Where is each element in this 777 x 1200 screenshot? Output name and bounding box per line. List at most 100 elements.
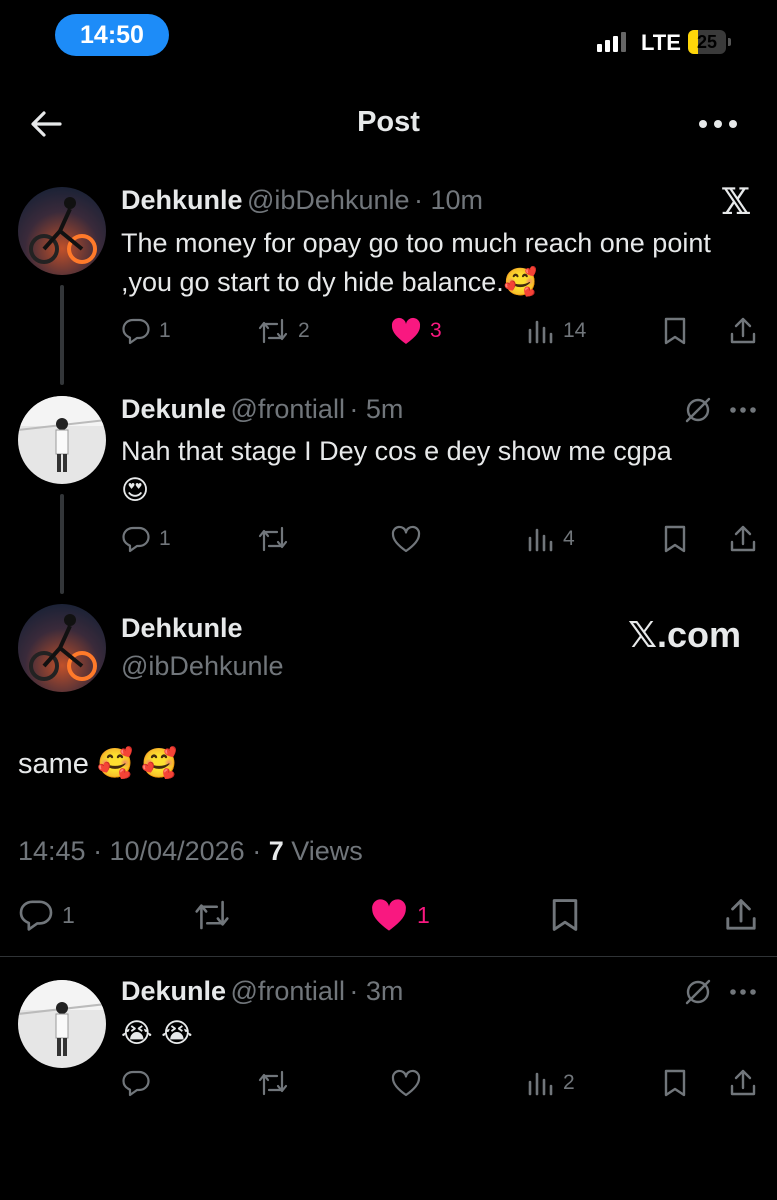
views-chart-icon (528, 528, 553, 552)
views-chart-icon (528, 320, 553, 344)
page-title: Post (357, 106, 420, 138)
grok-icon[interactable] (683, 395, 713, 430)
tweet-header: Dehkunle @ibDehkunle · 10m (121, 185, 483, 216)
share-button[interactable] (728, 316, 758, 346)
like-button[interactable] (390, 1068, 422, 1098)
share-icon (730, 1069, 756, 1096)
reply-button[interactable] (121, 1068, 151, 1098)
repost-button[interactable] (192, 897, 232, 933)
post-timestamp: 14:45 · 10/04/2026 · 7 Views (18, 836, 363, 867)
status-time-text: 14:50 (80, 20, 144, 49)
repost-icon (258, 318, 288, 344)
share-button[interactable] (728, 1068, 758, 1098)
network-type: LTE (641, 30, 681, 55)
tweet-text-emoji: 😍 (121, 475, 150, 506)
author-name[interactable]: Dehkunle (121, 613, 243, 644)
reply-count: 1 (159, 319, 171, 342)
like-button[interactable]: 1 (369, 897, 430, 933)
reply-icon (122, 526, 150, 553)
views-button[interactable]: 2 (527, 1068, 575, 1098)
author-name[interactable]: Dekunle (121, 976, 226, 1006)
repost-icon (258, 526, 288, 552)
status-time: 14:50 (55, 14, 169, 56)
reply-icon (122, 1070, 150, 1097)
bookmark-button[interactable] (549, 897, 581, 933)
divider (0, 956, 777, 957)
tweet-more-icon[interactable] (728, 400, 758, 425)
views-count: 14 (563, 319, 587, 342)
tweet-text: 😭 😭 (121, 1018, 193, 1049)
views-count: 4 (563, 527, 575, 550)
main-post-text: same 🥰 🥰 (18, 748, 178, 780)
views-button[interactable]: 4 (527, 524, 575, 554)
views-button[interactable]: 14 (527, 316, 586, 346)
tweet-time: · 5m (349, 394, 404, 424)
x-com-brand: 𝕏.com (628, 614, 742, 655)
author-handle[interactable]: @ibDehkunle (121, 651, 284, 682)
repost-button[interactable]: 2 (256, 316, 310, 346)
author-handle[interactable]: @frontiall (231, 394, 345, 424)
tweet-text: Nah that stage I Dey cos e dey show me c… (121, 432, 751, 510)
share-icon (730, 525, 756, 552)
thread-line (60, 285, 64, 385)
reply-button[interactable]: 1 (121, 524, 171, 554)
bookmark-icon (552, 899, 578, 931)
like-count: 3 (430, 319, 442, 342)
x-logo-icon: 𝕏 (722, 182, 750, 223)
views-count: 7 (268, 836, 284, 866)
heart-outline-icon (391, 525, 421, 553)
bookmark-button[interactable] (662, 1068, 688, 1098)
reply-icon (19, 900, 53, 931)
tweet-time: · 3m (349, 976, 404, 1006)
tweet-text: The money for opay go too much reach one… (121, 228, 711, 297)
bookmark-icon (664, 525, 686, 553)
reply-count: 1 (159, 527, 171, 550)
heart-outline-icon (391, 1069, 421, 1097)
heart-filled-icon (391, 317, 421, 344)
author-name[interactable]: Dekunle (121, 394, 226, 424)
repost-button[interactable] (256, 524, 290, 554)
views-chart-icon (528, 1072, 553, 1096)
views-label: Views (283, 836, 363, 866)
reply-count: 1 (62, 901, 75, 928)
repost-icon (195, 900, 229, 930)
tweet-header: Dekunle @frontiall · 3m (121, 976, 403, 1007)
bookmark-button[interactable] (662, 524, 688, 554)
more-options-icon[interactable] (696, 108, 740, 140)
battery-icon: 25 (688, 30, 732, 54)
author-handle[interactable]: @frontiall (231, 976, 345, 1006)
avatar[interactable] (18, 187, 106, 275)
author-name[interactable]: Dehkunle (121, 185, 243, 215)
reply-button[interactable]: 1 (121, 316, 171, 346)
bookmark-icon (664, 317, 686, 345)
tweet-text-line: Nah that stage I Dey cos e dey show me c… (121, 436, 672, 466)
like-button[interactable] (390, 524, 422, 554)
avatar[interactable] (18, 604, 106, 692)
thread-line (60, 494, 64, 594)
share-button[interactable] (723, 897, 759, 933)
repost-count: 2 (298, 319, 310, 342)
timestamp-text: 14:45 · 10/04/2026 · (18, 836, 269, 866)
author-handle[interactable]: @ibDehkunle (247, 185, 410, 215)
share-icon (730, 317, 756, 344)
share-icon (726, 899, 756, 930)
signal-strength-icon (597, 32, 626, 52)
bookmark-icon (664, 1069, 686, 1097)
heart-filled-icon (372, 899, 406, 931)
share-button[interactable] (728, 524, 758, 554)
avatar[interactable] (18, 980, 106, 1068)
tweet-header: Dekunle @frontiall · 5m (121, 394, 403, 425)
like-button[interactable]: 3 (390, 316, 442, 346)
tweet-more-icon[interactable] (728, 982, 758, 1007)
battery-level: 25 (696, 31, 718, 52)
tweet-time: · 10m (413, 185, 483, 215)
like-count: 1 (417, 901, 430, 928)
repost-icon (258, 1070, 288, 1096)
avatar[interactable] (18, 396, 106, 484)
reply-button[interactable]: 1 (18, 897, 75, 933)
grok-icon[interactable] (683, 977, 713, 1012)
bookmark-button[interactable] (662, 316, 688, 346)
reply-icon (122, 318, 150, 345)
repost-button[interactable] (256, 1068, 290, 1098)
views-count: 2 (563, 1071, 575, 1094)
